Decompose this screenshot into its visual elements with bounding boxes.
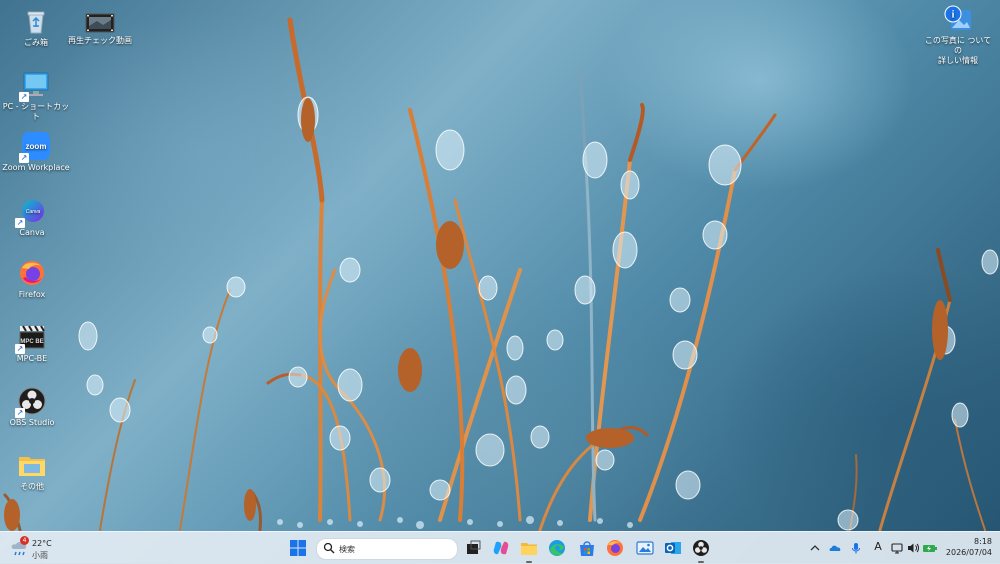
desktop-icon-label-line1: この写真に ついての	[924, 36, 992, 55]
photos-button[interactable]	[634, 537, 656, 559]
taskbar: 4 22°C 小雨 検索 A 8:18 2026/07/04	[0, 531, 1000, 564]
outlook-button[interactable]	[662, 537, 684, 559]
info-picture-icon: i	[943, 4, 973, 34]
battery-charging-icon[interactable]	[922, 541, 938, 555]
desktop-icon-label-line2: 詳しい情報	[938, 56, 978, 65]
photos-icon	[636, 541, 654, 555]
ime-mode-indicator[interactable]: A	[871, 540, 885, 554]
wallpaper	[3, 17, 999, 531]
weather-condition: 小雨	[32, 551, 48, 560]
obs-studio-icon	[693, 540, 709, 556]
search-icon	[323, 542, 335, 554]
show-hidden-icons-chevron-up-icon[interactable]	[808, 541, 822, 555]
shortcut-arrow-icon: ↗	[15, 218, 25, 228]
copilot-button[interactable]	[490, 537, 512, 559]
firefox-taskbar-button[interactable]	[604, 537, 626, 559]
weather-widget[interactable]: 4 22°C 小雨	[8, 535, 68, 561]
folder-icon	[17, 450, 47, 480]
desktop-icon-mpc-be[interactable]: MPC BE ↗ MPC-BE	[0, 322, 68, 364]
recycle-bin-icon	[21, 6, 51, 36]
obs-taskbar-button[interactable]	[690, 537, 712, 563]
svg-text:i: i	[952, 10, 955, 21]
shortcut-arrow-icon: ↗	[19, 92, 29, 102]
network-icon[interactable]	[890, 541, 904, 555]
store-icon	[580, 541, 594, 556]
desktop-icon-firefox[interactable]: Firefox	[0, 258, 68, 300]
desktop-icon-pc-shortcut[interactable]: ↗ PC - ショートカット	[0, 70, 72, 122]
zoom-logo-text: zoom	[26, 142, 47, 151]
shortcut-arrow-icon: ↗	[19, 153, 29, 163]
edge-icon	[549, 540, 565, 556]
desktop-icon-learn-about-photo[interactable]: i この写真に ついての 詳しい情報	[922, 4, 994, 66]
desktop-icon-label: ごみ箱	[24, 38, 48, 47]
volume-speaker-icon[interactable]	[906, 541, 920, 555]
desktop-icon-recycle-bin[interactable]: ごみ箱	[0, 6, 72, 48]
onedrive-cloud-icon[interactable]	[828, 541, 842, 555]
clock-date: 2026/07/04	[945, 548, 992, 557]
weather-temperature: 22°C	[32, 539, 52, 548]
obs-studio-icon: ↗	[15, 386, 47, 418]
desktop-icon-label: PC - ショートカット	[2, 102, 70, 121]
desktop-icon-obs-studio[interactable]: ↗ OBS Studio	[0, 386, 68, 428]
task-view-icon	[467, 540, 481, 554]
search-placeholder: 検索	[339, 545, 355, 554]
firefox-icon	[607, 540, 623, 556]
search-box[interactable]: 検索	[316, 538, 458, 560]
edge-button[interactable]	[546, 537, 568, 559]
weather-alert-badge: 4	[20, 536, 29, 545]
desktop-icon-video[interactable]: 再生チェック動画	[64, 12, 136, 46]
desktop-icon-label: OBS Studio	[9, 418, 55, 427]
monitor-icon: ↗	[19, 70, 51, 102]
video-thumbnail-icon	[85, 12, 115, 34]
desktop-icon-label: Zoom Workplace	[2, 163, 70, 172]
desktop-icon-label: Canva	[19, 228, 45, 237]
microsoft-store-button[interactable]	[576, 537, 598, 559]
start-button[interactable]	[287, 537, 309, 559]
desktop-icon-other-folder[interactable]: その他	[0, 450, 68, 492]
mpc-be-clapperboard-icon: MPC BE ↗	[15, 322, 47, 354]
canva-logo-icon: Canva ↗	[15, 196, 47, 228]
canva-logo-text: Canva	[26, 209, 41, 215]
shortcut-arrow-icon: ↗	[15, 344, 25, 354]
desktop-icon-canva[interactable]: Canva ↗ Canva	[0, 196, 68, 238]
windows-logo-icon	[290, 540, 306, 556]
desktop-icon-label: Firefox	[18, 290, 46, 299]
outlook-icon	[665, 542, 681, 554]
desktop-icon-label: 再生チェック動画	[68, 36, 132, 45]
microphone-icon[interactable]	[849, 541, 863, 555]
clock-time: 8:18	[974, 537, 992, 546]
firefox-icon	[17, 258, 47, 288]
shortcut-arrow-icon: ↗	[15, 408, 25, 418]
desktop-icon-label: その他	[20, 482, 44, 491]
desktop-icon-zoom[interactable]: zoom ↗ Zoom Workplace	[0, 131, 76, 173]
file-explorer-icon	[521, 543, 537, 555]
clock[interactable]: 8:18 2026/07/04	[944, 536, 992, 558]
file-explorer-button[interactable]	[518, 537, 540, 563]
copilot-icon	[493, 541, 509, 555]
desktop-icon-label: MPC-BE	[16, 354, 48, 363]
task-view-button[interactable]	[462, 537, 484, 559]
zoom-logo-icon: zoom ↗	[19, 131, 51, 163]
